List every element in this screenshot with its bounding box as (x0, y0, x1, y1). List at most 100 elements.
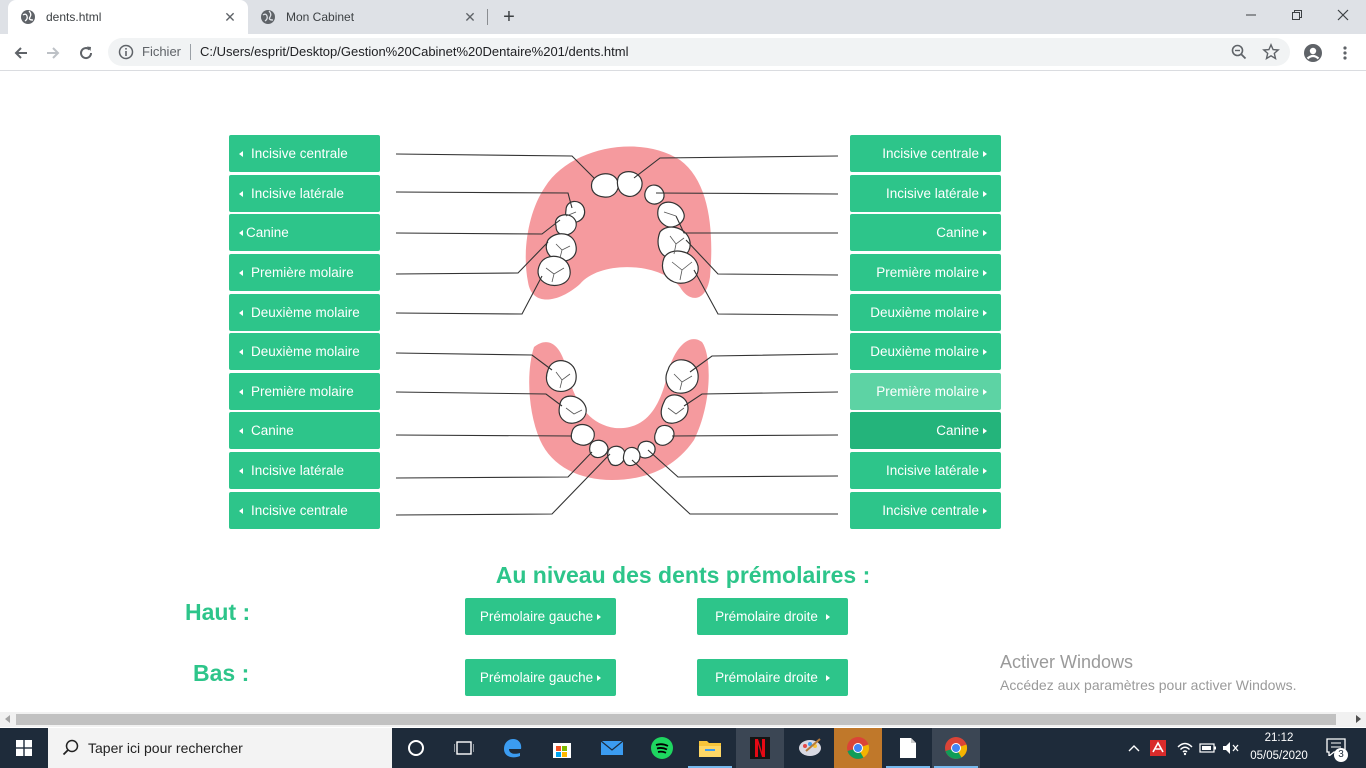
zoom-icon[interactable] (1230, 43, 1248, 61)
wifi-icon[interactable] (1176, 740, 1194, 756)
taskbar-store[interactable] (538, 728, 586, 768)
button-label: Incisive centrale (882, 146, 979, 161)
tab-dents[interactable]: dents.html ✕ (8, 0, 248, 34)
scheme-label: Fichier (142, 44, 182, 59)
lower-left-second-molar (665, 359, 699, 394)
tooth-button-right-deuxieme-molaire-haut[interactable]: Deuxième molaire (850, 294, 1001, 331)
close-window-button[interactable] (1320, 0, 1366, 30)
close-icon (1337, 9, 1349, 21)
tooth-button-left-incisive-laterale-bas[interactable]: Incisive latérale (229, 452, 380, 489)
search-placeholder: Taper ici pour rechercher (88, 740, 243, 756)
reload-button[interactable] (73, 40, 99, 66)
clock-date[interactable]: 05/05/2020 (1250, 750, 1308, 762)
tab-title: dents.html (46, 10, 102, 24)
reload-icon (80, 46, 93, 60)
button-label: Prémolaire gauche (479, 670, 594, 685)
address-bar[interactable]: Fichier C:/Users/esprit/Desktop/Gestion%… (108, 38, 1290, 66)
battery-icon[interactable] (1199, 742, 1217, 754)
info-icon[interactable] (118, 44, 134, 60)
back-button[interactable] (8, 40, 34, 66)
button-label: Incisive latérale (885, 463, 979, 478)
task-view-icon (454, 741, 474, 755)
premolar-upper-left-button[interactable]: Prémolaire gauche (465, 598, 616, 635)
upper-right-second-molar (537, 255, 571, 287)
avatar-icon (1304, 44, 1322, 62)
tooth-button-right-incisive-centrale-haut[interactable]: Incisive centrale (850, 135, 1001, 172)
taskbar-paint[interactable] (786, 728, 834, 768)
caret-right-icon (983, 269, 987, 276)
tab-separator (487, 9, 488, 25)
lower-left-central (622, 446, 641, 467)
menu-button[interactable] (1332, 40, 1358, 66)
lower-right-lateral (589, 439, 609, 459)
tooth-button-right-canine-haut[interactable]: Canine (850, 214, 1001, 251)
taskbar-search[interactable]: Taper ici pour rechercher (48, 728, 392, 768)
arrow-right-icon (47, 47, 60, 59)
tooth-button-left-deuxieme-molaire-haut[interactable]: Deuxième molaire (229, 294, 380, 331)
premolar-lower-right-button[interactable]: Prémolaire droite (697, 659, 848, 696)
taskbar-mail[interactable] (588, 728, 636, 768)
mail-icon (600, 740, 624, 755)
tooth-button-right-incisive-centrale-bas[interactable]: Incisive centrale (850, 492, 1001, 529)
scrollbar-thumb[interactable] (16, 714, 1336, 725)
tab-close-icon[interactable]: ✕ (460, 7, 480, 27)
taskbar-edge[interactable] (488, 728, 536, 768)
star-icon[interactable] (1262, 43, 1280, 61)
button-label: Première molaire (876, 265, 979, 280)
tooth-button-left-incisive-laterale-haut[interactable]: Incisive latérale (229, 175, 380, 212)
tooth-button-left-canine-haut[interactable]: Canine (229, 214, 380, 251)
lower-right-central (607, 445, 626, 467)
start-button[interactable] (0, 728, 48, 768)
notification-count-badge: 3 (1334, 748, 1348, 762)
caret-left-icon (239, 507, 243, 514)
tab-close-icon[interactable]: ✕ (220, 7, 240, 27)
notifications-button[interactable]: 3 (1318, 728, 1366, 768)
tooth-button-left-premiere-molaire-haut[interactable]: Première molaire (229, 254, 380, 291)
minimize-button[interactable] (1228, 0, 1274, 30)
tooth-button-left-premiere-molaire-bas[interactable]: Première molaire (229, 373, 380, 410)
scroll-left-icon[interactable] (5, 715, 10, 723)
new-tab-button[interactable]: + (498, 6, 520, 28)
tooth-button-left-canine-bas[interactable]: Canine (229, 412, 380, 449)
caret-right-icon (983, 348, 987, 355)
taskbar-chrome-2[interactable] (932, 728, 980, 768)
chevron-up-icon[interactable] (1128, 743, 1140, 753)
taskbar-file-explorer[interactable] (686, 728, 734, 768)
task-view-button[interactable] (440, 728, 488, 768)
taskbar-notepad[interactable] (884, 728, 932, 768)
premolar-lower-left-button[interactable]: Prémolaire gauche (465, 659, 616, 696)
horizontal-scrollbar[interactable] (0, 712, 1366, 727)
tooth-button-right-incisive-laterale-bas[interactable]: Incisive latérale (850, 452, 1001, 489)
tooth-button-left-incisive-centrale-haut[interactable]: Incisive centrale (229, 135, 380, 172)
cortana-button[interactable] (392, 728, 440, 768)
url-text[interactable]: C:/Users/esprit/Desktop/Gestion%20Cabine… (200, 44, 629, 59)
caret-right-icon (983, 309, 987, 316)
tooth-button-right-deuxieme-molaire-bas[interactable]: Deuxième molaire (850, 333, 1001, 370)
forward-button[interactable] (40, 40, 66, 66)
premolar-upper-right-button[interactable]: Prémolaire droite (697, 598, 848, 635)
taskbar-chrome-1[interactable] (834, 728, 882, 768)
tooth-button-left-deuxieme-molaire-bas[interactable]: Deuxième molaire (229, 333, 380, 370)
button-label: Deuxième molaire (870, 305, 979, 320)
profile-button[interactable] (1300, 40, 1326, 66)
lower-right-canine (570, 423, 595, 446)
taskbar-netflix[interactable] (736, 728, 784, 768)
scroll-right-icon[interactable] (1356, 715, 1361, 723)
restore-button[interactable] (1274, 0, 1320, 30)
activate-windows-watermark: Activer Windows Accédez aux paramètres p… (1000, 652, 1296, 693)
tooth-button-left-incisive-centrale-bas[interactable]: Incisive centrale (229, 492, 380, 529)
tooth-button-right-premiere-molaire-haut[interactable]: Première molaire (850, 254, 1001, 291)
button-label: Première molaire (251, 265, 354, 280)
tab-mon-cabinet[interactable]: Mon Cabinet ✕ (248, 0, 488, 34)
antivirus-icon[interactable] (1150, 740, 1166, 756)
paint-palette-icon (799, 738, 821, 756)
clock-time[interactable]: 21:12 (1250, 732, 1308, 744)
tooth-button-right-premiere-molaire-bas[interactable]: Première molaire (850, 373, 1001, 410)
caret-left-icon (239, 427, 243, 434)
search-icon (62, 739, 79, 756)
volume-muted-icon[interactable] (1222, 741, 1240, 755)
tooth-button-right-canine-bas[interactable]: Canine (850, 412, 1001, 449)
button-label: Deuxième molaire (251, 344, 360, 359)
taskbar-spotify[interactable] (638, 728, 686, 768)
tooth-button-right-incisive-laterale-haut[interactable]: Incisive latérale (850, 175, 1001, 212)
